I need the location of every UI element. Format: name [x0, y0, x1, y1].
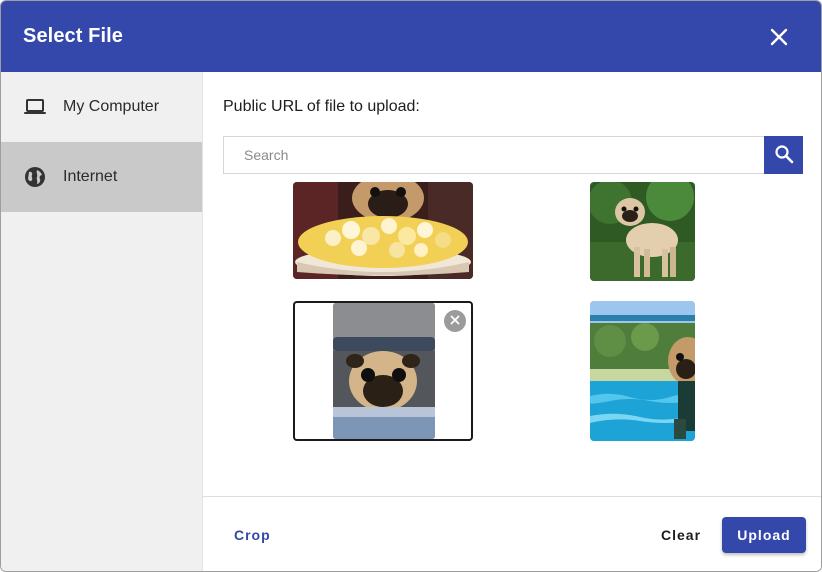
search-button[interactable]: [764, 136, 803, 174]
globe-icon: [23, 165, 47, 189]
sidebar-item-my-computer[interactable]: My Computer: [1, 72, 202, 142]
image-thumbnail[interactable]: [293, 182, 473, 279]
source-sidebar: My Computer Internet: [1, 72, 203, 571]
image-thumbnail: [333, 303, 435, 439]
search-icon: [774, 144, 794, 167]
sidebar-item-label: My Computer: [63, 98, 160, 115]
clear-button[interactable]: Clear: [661, 527, 701, 543]
image-thumbnail[interactable]: [590, 182, 695, 281]
image-results-grid: [203, 182, 821, 472]
close-icon: [450, 312, 460, 330]
crop-button[interactable]: Crop: [234, 527, 271, 543]
image-thumbnail[interactable]: [590, 301, 695, 441]
sidebar-item-internet[interactable]: Internet: [1, 142, 202, 212]
search-input[interactable]: [223, 136, 764, 174]
close-icon[interactable]: [769, 27, 789, 47]
search-bar: [223, 136, 803, 174]
upload-button[interactable]: Upload: [722, 517, 806, 553]
url-label: Public URL of file to upload:: [223, 98, 420, 115]
remove-selection-button[interactable]: [444, 310, 466, 332]
selected-image-tile[interactable]: [293, 301, 473, 441]
dialog-footer: Crop Clear Upload: [203, 496, 821, 571]
select-file-dialog: Select File My Computer Internet Public …: [0, 0, 822, 572]
dialog-header: Select File: [1, 1, 821, 72]
internet-panel: Public URL of file to upload:: [203, 72, 821, 496]
dialog-title: Select File: [23, 25, 124, 47]
laptop-icon: [23, 95, 47, 119]
sidebar-item-label: Internet: [63, 168, 118, 185]
